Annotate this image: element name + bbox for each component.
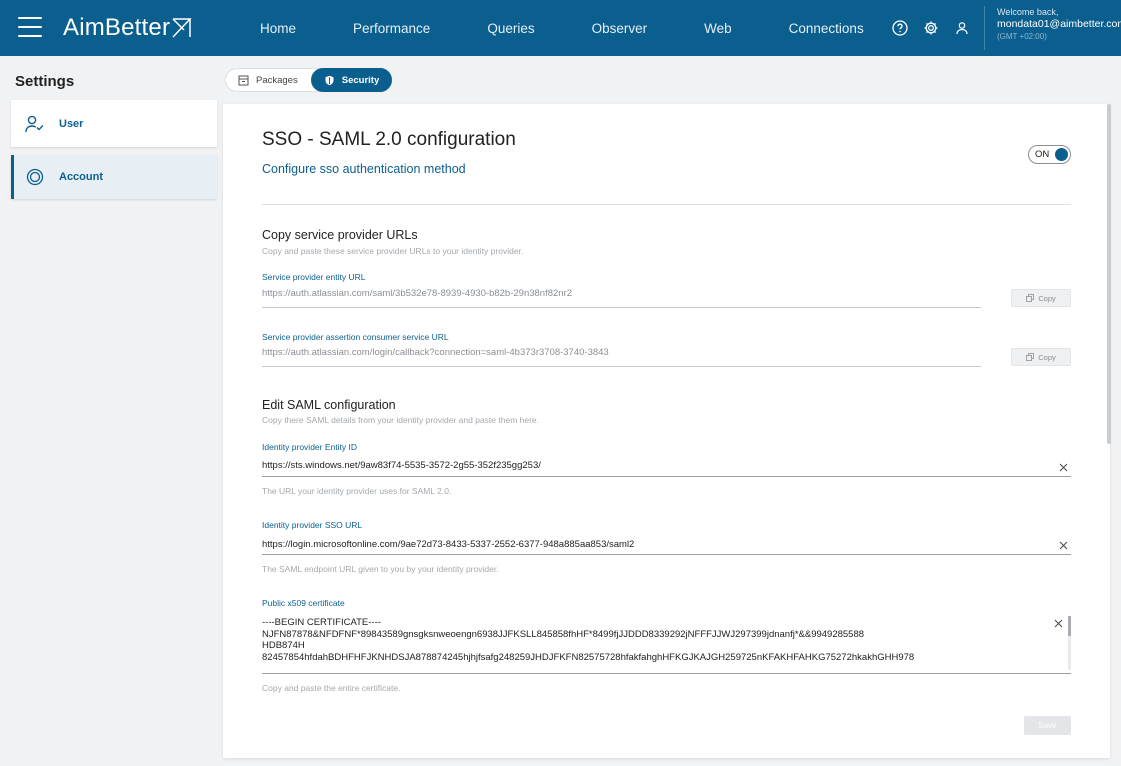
clear-certificate-icon[interactable] bbox=[1052, 617, 1064, 629]
package-icon bbox=[238, 75, 249, 86]
nav-web[interactable]: Web bbox=[704, 21, 732, 36]
help-icon[interactable] bbox=[890, 18, 910, 38]
entity-id-hint: The URL your identity provider uses for … bbox=[262, 486, 452, 496]
copy-section-description: Copy and paste these service provider UR… bbox=[262, 246, 524, 256]
sidebar-item-label: User bbox=[59, 117, 84, 130]
save-button[interactable]: Save bbox=[1024, 716, 1071, 735]
nav-connections[interactable]: Connections bbox=[789, 21, 864, 36]
user-email: mondata01@aimbetter.com bbox=[997, 18, 1121, 30]
welcome-text: Welcome back, bbox=[997, 7, 1059, 17]
certificate-textarea[interactable]: ----BEGIN CERTIFICATE---- NJFN87878&NFDF… bbox=[262, 617, 1052, 663]
sso-toggle[interactable]: ON bbox=[1028, 145, 1071, 164]
certificate-scrollbar[interactable] bbox=[1068, 616, 1071, 670]
copy-acs-url-button[interactable]: Copy bbox=[1011, 348, 1071, 366]
tab-security[interactable]: Security bbox=[310, 68, 393, 92]
entity-url-label: Service provider entity URL bbox=[262, 272, 366, 282]
entity-id-label: Identity provider Entity ID bbox=[262, 442, 357, 452]
copy-section-title: Copy service provider URLs bbox=[262, 228, 418, 242]
tab-label: Packages bbox=[256, 74, 298, 86]
user-icon[interactable] bbox=[952, 18, 972, 38]
sidebar-item-account[interactable]: Account bbox=[11, 155, 217, 199]
acs-url-label: Service provider assertion consumer serv… bbox=[262, 332, 449, 342]
page-subtitle: Configure sso authentication method bbox=[262, 162, 466, 176]
nav-observer[interactable]: Observer bbox=[592, 21, 648, 36]
certificate-underline bbox=[262, 673, 1071, 674]
toggle-label: ON bbox=[1035, 149, 1050, 160]
shield-icon bbox=[324, 75, 335, 86]
user-check-icon bbox=[25, 114, 45, 134]
certificate-hint: Copy and paste the entire certificate. bbox=[262, 683, 401, 693]
page-scrollbar[interactable] bbox=[1107, 104, 1111, 444]
settings-title: Settings bbox=[15, 73, 75, 90]
divider bbox=[262, 204, 1071, 205]
main-nav: Home Performance Queries Observer Web Co… bbox=[260, 0, 921, 56]
tab-label: Security bbox=[341, 74, 380, 86]
clear-sso-url-icon[interactable] bbox=[1057, 539, 1069, 551]
acs-url-field: https://auth.atlassian.com/login/callbac… bbox=[262, 347, 981, 367]
sso-url-input[interactable]: https://login.microsoftonline.com/9ae72d… bbox=[262, 533, 1071, 555]
logo-mark-icon bbox=[172, 18, 192, 38]
entity-id-input[interactable]: https://sts.windows.net/9aw83f74-5535-35… bbox=[262, 455, 1071, 477]
logo[interactable]: AimBetter bbox=[63, 13, 192, 43]
edit-section-description: Copy there SAML details from your identi… bbox=[262, 415, 540, 425]
nav-queries[interactable]: Queries bbox=[487, 21, 534, 36]
logo-text: AimBetter bbox=[63, 14, 171, 41]
nav-performance[interactable]: Performance bbox=[353, 21, 430, 36]
gear-icon[interactable] bbox=[921, 18, 941, 38]
toggle-knob bbox=[1055, 148, 1068, 161]
header-icons bbox=[890, 18, 983, 38]
settings-tabs: Packages Security bbox=[225, 68, 393, 92]
page-title: SSO - SAML 2.0 configuration bbox=[262, 129, 516, 150]
sso-url-hint: The SAML endpoint URL given to you by yo… bbox=[262, 564, 499, 574]
certificate-label: Public x509 certificate bbox=[262, 598, 345, 608]
sso-url-label: Identity provider SSO URL bbox=[262, 520, 363, 530]
sidebar-item-label: Account bbox=[59, 171, 103, 183]
edit-section-title: Edit SAML configuration bbox=[262, 398, 396, 412]
top-bar: AimBetter Home Performance Queries Obser… bbox=[0, 0, 1121, 56]
tab-packages[interactable]: Packages bbox=[225, 68, 311, 92]
entity-url-field: https://auth.atlassian.com/saml/3b532e78… bbox=[262, 288, 981, 308]
copy-entity-url-button[interactable]: Copy bbox=[1011, 289, 1071, 307]
copy-button-label: Copy bbox=[1038, 293, 1056, 303]
copy-button-label: Copy bbox=[1038, 352, 1056, 362]
user-timezone: (GMT +02:00) bbox=[997, 32, 1047, 41]
copy-icon bbox=[1026, 294, 1035, 302]
nav-home[interactable]: Home bbox=[260, 21, 296, 36]
account-target-icon bbox=[25, 167, 45, 187]
menu-icon[interactable] bbox=[18, 17, 42, 37]
sidebar-item-user[interactable]: User bbox=[11, 100, 217, 147]
user-info[interactable]: Welcome back, mondata01@aimbetter.com (G… bbox=[984, 6, 1121, 50]
copy-icon bbox=[1026, 353, 1035, 361]
clear-entity-id-icon[interactable] bbox=[1057, 461, 1069, 473]
